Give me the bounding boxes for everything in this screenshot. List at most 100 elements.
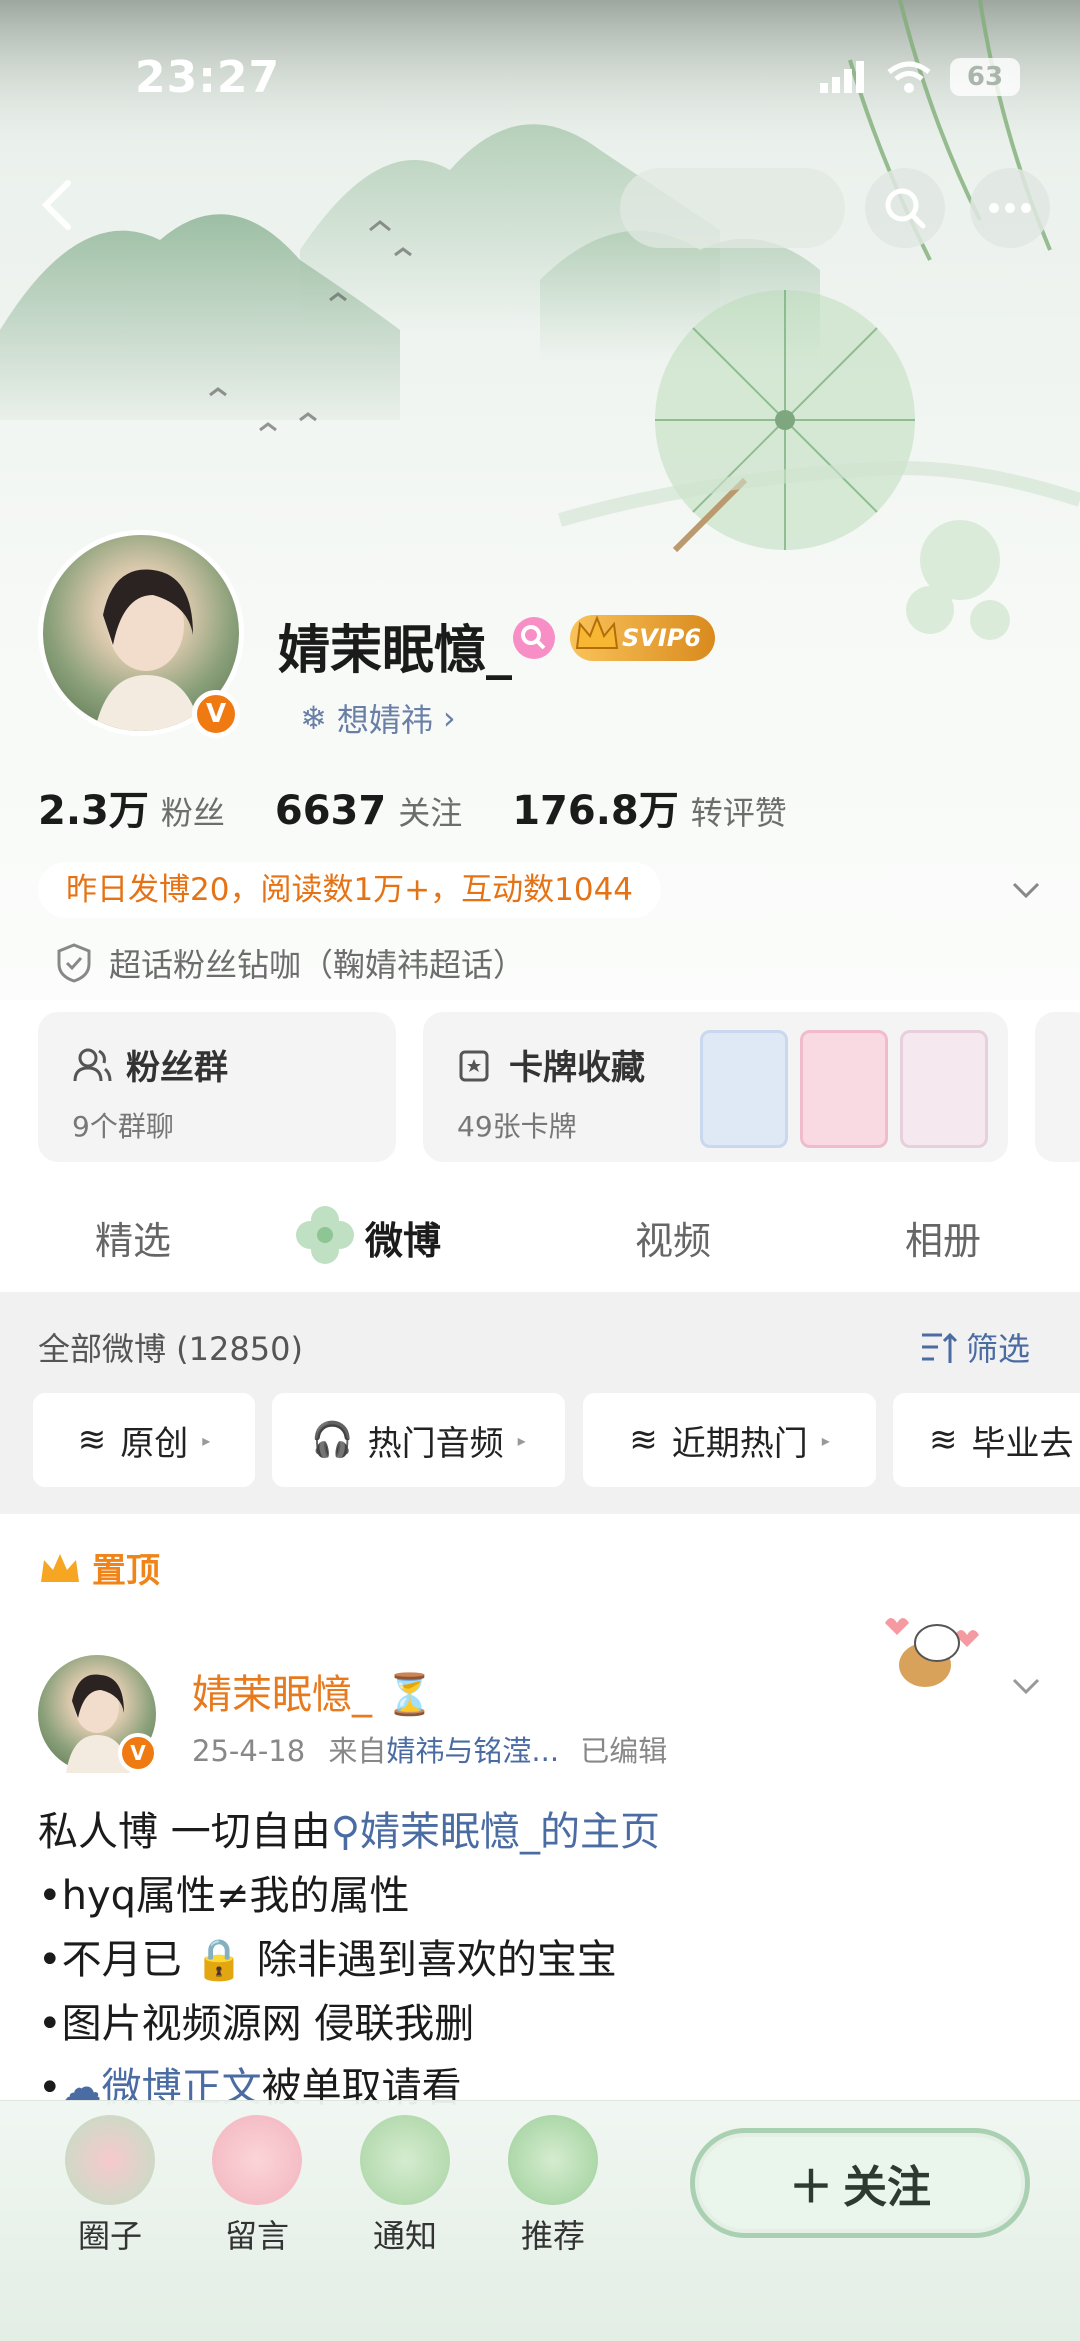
flower-icon	[212, 2115, 302, 2205]
chip-original[interactable]: ≋ 原创 ▸	[33, 1393, 255, 1487]
nav-recommend[interactable]: 推荐	[498, 2115, 608, 2257]
dog-sticker-icon	[885, 1618, 979, 1687]
layers-icon: ≋	[629, 1420, 658, 1460]
interactions-label: 转评赞	[690, 794, 787, 832]
shield-icon	[57, 943, 91, 983]
chevron-down-icon[interactable]	[1008, 1668, 1044, 1704]
post-edited: 已编辑	[580, 1734, 668, 1768]
nav-notify[interactable]: 通知	[350, 2115, 460, 2257]
collection-card-thumb-2[interactable]	[800, 1030, 888, 1148]
nav-circle[interactable]: 圈子	[55, 2115, 165, 2257]
chevron-left-icon	[41, 180, 71, 230]
post-author-name[interactable]: 婧茉眠憶_ ⏳	[192, 1662, 435, 1720]
search-icon	[885, 188, 926, 229]
post-line-3-text: •不月已	[38, 1937, 182, 1983]
chip-hot-audio[interactable]: 🎧 热门音频 ▸	[272, 1393, 565, 1487]
card-icon	[459, 1050, 489, 1081]
flower-icon	[296, 1206, 354, 1264]
verified-badge-icon: V	[192, 690, 240, 738]
fan-icon	[360, 2115, 450, 2205]
back-button[interactable]	[28, 175, 88, 235]
chip-recent-hot-label: 近期热门	[671, 1423, 808, 1464]
filter-button[interactable]: 筛选	[920, 1324, 1030, 1370]
wifi-icon	[887, 61, 931, 93]
header-pill[interactable]	[620, 168, 845, 248]
battery-indicator: 63	[950, 58, 1020, 96]
more-card-partial[interactable]	[1035, 1012, 1080, 1162]
card-collection-title: 卡牌收藏	[509, 1048, 645, 1088]
tab-featured[interactable]: 精选	[95, 1210, 171, 1265]
layers-icon: ≋	[77, 1420, 107, 1460]
post-line-3: •不月已 🔒 除非遇到喜欢的宝宝	[38, 1928, 1038, 1992]
filter-label: 筛选	[966, 1330, 1031, 1368]
chip-graduation-label: 毕业去	[971, 1423, 1074, 1464]
crown-icon	[41, 1553, 79, 1582]
fan-badge[interactable]: 超话粉丝钻咖（鞠婧祎超话）	[55, 940, 525, 986]
post-source-prefix: 来自	[328, 1734, 387, 1768]
profile-stats: 2.3万 粉丝 6637 关注 176.8万 转评赞	[38, 778, 837, 836]
collection-card-thumb-3[interactable]	[900, 1030, 988, 1148]
tab-video[interactable]: 视频	[635, 1210, 711, 1265]
layers-icon: ≋	[929, 1420, 958, 1460]
collection-card-thumb-1[interactable]	[700, 1030, 788, 1148]
super-topic-link[interactable]: ❄ 想婧祎 ›	[300, 695, 456, 741]
landscape-illustration	[0, 0, 1080, 640]
triangle-right-icon: ▸	[202, 1430, 211, 1450]
chevron-right-icon: ›	[442, 699, 456, 737]
follow-label: 关注	[843, 2162, 931, 2213]
crown-icon	[575, 615, 619, 649]
following-count[interactable]: 6637	[275, 788, 386, 834]
nav-message[interactable]: 留言	[202, 2115, 312, 2257]
fans-group-card[interactable]: 粉丝群 9个群聊	[38, 1012, 396, 1162]
interactions-count[interactable]: 176.8万	[512, 778, 679, 836]
chip-recent-hot[interactable]: ≋ 近期热门 ▸	[583, 1393, 876, 1487]
chip-graduation[interactable]: ≋ 毕业去	[893, 1393, 1080, 1487]
nav-circle-label: 圈子	[77, 2217, 142, 2255]
more-button[interactable]	[970, 168, 1050, 248]
search-name-icon[interactable]	[513, 617, 555, 659]
status-time: 23:27	[135, 52, 281, 103]
activity-summary[interactable]: 昨日发博20，阅读数1万+，互动数1044	[38, 862, 662, 918]
fans-count[interactable]: 2.3万	[38, 778, 149, 836]
post-line-4: •图片视频源网 侵联我删	[38, 2001, 475, 2047]
post-author-name-text: 婧茉眠憶_	[192, 1672, 372, 1718]
post-source[interactable]: 婧祎与铭滢...	[386, 1734, 559, 1768]
tab-album[interactable]: 相册	[905, 1210, 981, 1265]
more-dots-icon	[989, 203, 1031, 213]
super-topic-label: 想婧祎	[336, 701, 433, 739]
nav-recommend-label: 推荐	[520, 2217, 585, 2255]
fans-group-title-row: 粉丝群	[72, 1040, 362, 1089]
chip-original-label: 原创	[120, 1423, 189, 1464]
signal-icon	[820, 61, 864, 93]
hourglass-icon: ⏳	[384, 1672, 435, 1718]
lock-icon: 🔒	[194, 1937, 245, 1983]
user-icon: ⚲	[330, 1809, 361, 1855]
post-line-2: •hyq属性≠我的属性	[38, 1873, 410, 1919]
tab-weibo[interactable]: 微博	[365, 1210, 441, 1265]
snowflake-icon: ❄	[300, 699, 327, 737]
fans-label: 粉丝	[160, 794, 225, 832]
follow-button[interactable]: ＋ 关注	[690, 2128, 1030, 2238]
pinned-label: 置顶	[38, 1543, 160, 1592]
fans-group-title: 粉丝群	[126, 1048, 228, 1088]
profile-username: 婧茉眠憶_	[278, 621, 513, 681]
people-icon	[73, 1048, 112, 1081]
chip-hot-audio-label: 热门音频	[367, 1423, 504, 1464]
post-date: 25-4-18	[192, 1734, 306, 1768]
post-body: 私人博 一切自由⚲婧茉眠憶_的主页 •hyq属性≠我的属性 •不月已 🔒 除非遇…	[38, 1800, 1038, 2120]
profile-link-text: 婧茉眠憶_的主页	[360, 1809, 661, 1855]
nav-notify-label: 通知	[372, 2217, 437, 2255]
filter-icon	[922, 1332, 958, 1363]
headphones-icon: 🎧	[311, 1420, 354, 1460]
fan-badge-label: 超话粉丝钻咖（鞠婧祎超话）	[109, 946, 526, 984]
circle-group-icon	[65, 2115, 155, 2205]
triangle-right-icon: ▸	[517, 1430, 526, 1450]
post-line-1-text: 私人博 一切自由	[38, 1809, 331, 1855]
fans-group-sub: 9个群聊	[72, 1110, 174, 1143]
post-meta: 25-4-18 来自婧祎与铭滢... 已编辑	[192, 1728, 667, 1770]
profile-header-background	[0, 0, 1080, 1000]
profile-link[interactable]: ⚲婧茉眠憶_的主页	[331, 1809, 660, 1855]
chevron-down-icon[interactable]	[1008, 872, 1044, 908]
verified-badge-icon: V	[118, 1733, 158, 1773]
search-button[interactable]	[865, 168, 945, 248]
